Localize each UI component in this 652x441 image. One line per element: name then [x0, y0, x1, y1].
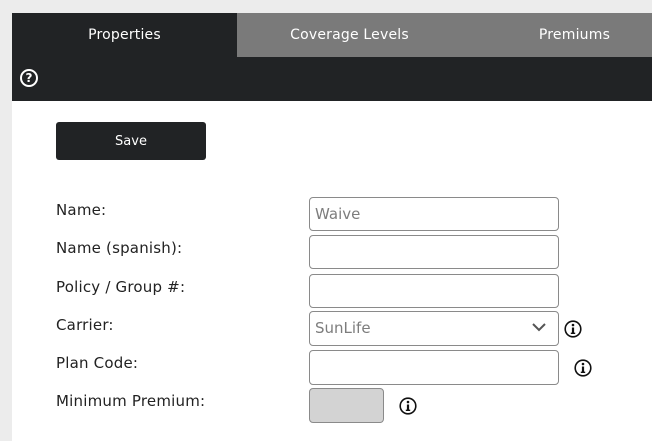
toolbar: ? — [12, 57, 652, 101]
name-spanish-label: Name (spanish): — [56, 239, 183, 257]
name-label: Name: — [56, 201, 107, 219]
minimum-premium-label: Minimum Premium: — [56, 392, 206, 410]
question-circle-icon[interactable]: ? — [20, 69, 38, 87]
carrier-info-icon[interactable] — [564, 320, 582, 338]
tab-coverage-levels[interactable]: Coverage Levels — [237, 13, 462, 57]
plan-code-info-icon[interactable] — [574, 359, 592, 377]
policy-group-label: Policy / Group #: — [56, 278, 186, 296]
carrier-select[interactable]: SunLife — [309, 311, 559, 346]
minimum-premium-input — [309, 388, 384, 423]
policy-group-input[interactable] — [309, 274, 559, 308]
tab-properties[interactable]: Properties — [12, 13, 237, 57]
name-spanish-input[interactable] — [309, 235, 559, 269]
tab-bar: Properties Coverage Levels Premiums — [12, 13, 652, 57]
plan-code-label: Plan Code: — [56, 354, 139, 372]
save-button[interactable]: Save — [56, 122, 206, 160]
chevron-down-icon — [532, 323, 546, 332]
carrier-selected-value: SunLife — [315, 319, 371, 337]
name-input[interactable] — [309, 197, 559, 231]
minimum-premium-info-icon[interactable] — [399, 397, 417, 415]
tab-premiums[interactable]: Premiums — [462, 13, 652, 57]
plan-code-input[interactable] — [309, 350, 559, 385]
carrier-label: Carrier: — [56, 316, 114, 334]
plan-editor-panel: Properties Coverage Levels Premiums ? Sa… — [12, 13, 652, 441]
